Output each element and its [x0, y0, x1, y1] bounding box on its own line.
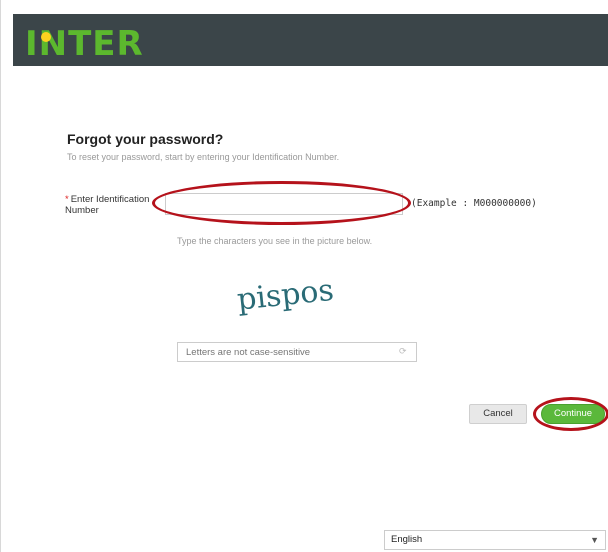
captcha-input[interactable]: [177, 342, 417, 362]
window: INTER Forgot your password? To reset you…: [0, 0, 608, 552]
language-selected: English: [391, 534, 423, 545]
cancel-button[interactable]: Cancel: [469, 404, 527, 424]
header-bar: INTER: [13, 14, 608, 66]
language-select[interactable]: English ▼: [384, 530, 606, 550]
captcha-text: pispos: [235, 273, 335, 318]
id-input-highlight: [152, 181, 411, 225]
continue-highlight: [533, 397, 608, 431]
required-marker: *: [65, 194, 69, 205]
logo: INTER: [25, 24, 144, 64]
id-example: (Example : M000000000): [411, 198, 537, 209]
captcha-help: Type the characters you see in the pictu…: [177, 236, 373, 246]
refresh-icon[interactable]: ⟳: [399, 346, 411, 358]
id-label-text: Enter Identification Number: [65, 194, 150, 216]
id-label: * Enter Identification Number: [65, 194, 165, 216]
logo-dot-icon: [41, 32, 51, 42]
page-subtitle: To reset your password, start by enterin…: [67, 152, 340, 162]
chevron-down-icon: ▼: [590, 535, 599, 545]
captcha-image: pispos: [235, 273, 335, 318]
page-title: Forgot your password?: [67, 131, 224, 147]
